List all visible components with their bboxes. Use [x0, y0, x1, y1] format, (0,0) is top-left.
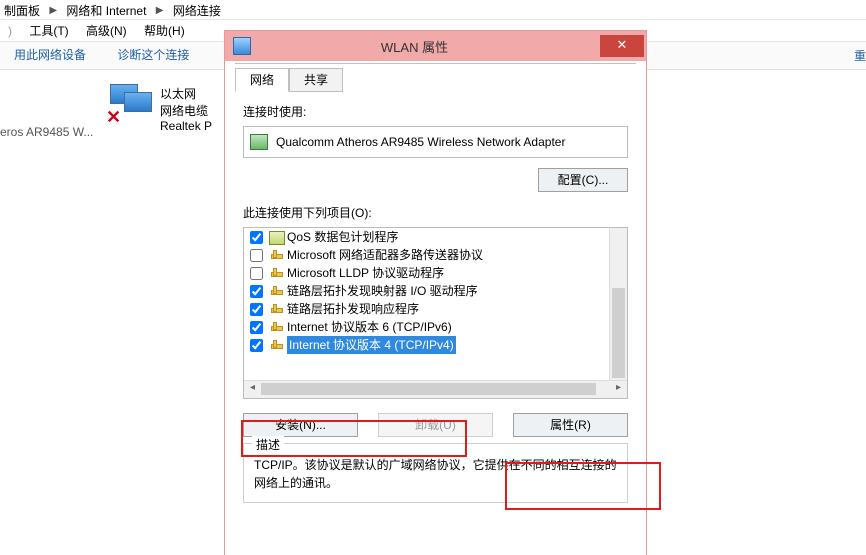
- item-label: Internet 协议版本 6 (TCP/IPv6): [287, 318, 452, 336]
- properties-button[interactable]: 属性(R): [513, 413, 628, 437]
- breadcrumb-part[interactable]: 制面板: [4, 4, 40, 18]
- description-label: 描述: [252, 436, 284, 453]
- components-listbox[interactable]: QoS 数据包计划程序Microsoft 网络适配器多路传送器协议Microso…: [243, 227, 628, 399]
- list-item[interactable]: Internet 协议版本 4 (TCP/IPv4): [244, 336, 610, 354]
- scroll-left-icon[interactable]: ◂: [244, 381, 261, 397]
- nic-icon: [250, 134, 268, 150]
- disabled-x-icon: ✕: [106, 108, 124, 126]
- protocol-icon: [269, 321, 283, 333]
- item-label: Internet 协议版本 4 (TCP/IPv4): [287, 336, 456, 354]
- scrollbar-thumb[interactable]: [612, 288, 625, 378]
- menu-help[interactable]: 帮助(H): [144, 24, 185, 38]
- item-label: QoS 数据包计划程序: [287, 228, 398, 246]
- tab-network[interactable]: 网络: [235, 68, 289, 92]
- connection-status: 网络电缆: [160, 102, 212, 119]
- connection-vendor: Realtek P: [160, 119, 212, 133]
- cmd-rename-fragment[interactable]: 重: [854, 47, 866, 64]
- item-checkbox[interactable]: [250, 267, 263, 280]
- chevron-right-icon: ▶: [156, 5, 164, 16]
- dialog-title: WLAN 属性: [229, 37, 600, 56]
- cmd-diagnose[interactable]: 诊断这个连接: [117, 48, 189, 62]
- tab-strip: 网络共享: [235, 67, 646, 93]
- scroll-right-icon[interactable]: ▸: [610, 381, 627, 397]
- list-item[interactable]: QoS 数据包计划程序: [244, 228, 610, 246]
- connection-item[interactable]: 以太网 网络电缆 Realtek P: [160, 85, 212, 133]
- item-label: 链路层拓扑发现响应程序: [287, 300, 419, 318]
- connection-icon[interactable]: ✕: [110, 84, 154, 124]
- close-button[interactable]: ✕: [600, 35, 644, 57]
- list-item[interactable]: Microsoft 网络适配器多路传送器协议: [244, 246, 610, 264]
- item-checkbox[interactable]: [250, 249, 263, 262]
- item-label: Microsoft LLDP 协议驱动程序: [287, 264, 444, 282]
- vertical-scrollbar[interactable]: [609, 228, 627, 381]
- protocol-icon: [269, 249, 283, 261]
- item-checkbox[interactable]: [250, 339, 263, 352]
- connection-name: 以太网: [160, 85, 212, 102]
- item-checkbox[interactable]: [250, 285, 263, 298]
- adapter-name-truncated[interactable]: eros AR9485 W...: [0, 125, 93, 139]
- uninstall-button: 卸载(U): [378, 413, 493, 437]
- description-text: TCP/IP。该协议是默认的广域网络协议，它提供在不同的相互连接的网络上的通讯。: [254, 456, 617, 492]
- items-label: 此连接使用下列项目(O):: [243, 204, 628, 221]
- list-item[interactable]: Internet 协议版本 6 (TCP/IPv6): [244, 318, 610, 336]
- breadcrumb-part[interactable]: 网络连接: [173, 4, 221, 18]
- breadcrumb[interactable]: 制面板 ▶ 网络和 Internet ▶ 网络连接: [0, 0, 866, 20]
- list-item[interactable]: 链路层拓扑发现映射器 I/O 驱动程序: [244, 282, 610, 300]
- scrollbar-thumb[interactable]: [261, 383, 596, 395]
- protocol-icon: [269, 267, 283, 279]
- adapter-name: Qualcomm Atheros AR9485 Wireless Network…: [276, 127, 565, 157]
- protocol-icon: [269, 231, 283, 243]
- tab-sharing[interactable]: 共享: [289, 68, 343, 92]
- configure-button[interactable]: 配置(C)...: [538, 168, 628, 192]
- item-label: Microsoft 网络适配器多路传送器协议: [287, 246, 483, 264]
- connect-using-label: 连接时使用:: [243, 103, 628, 120]
- item-label: 链路层拓扑发现映射器 I/O 驱动程序: [287, 282, 478, 300]
- item-checkbox[interactable]: [250, 321, 263, 334]
- item-checkbox[interactable]: [250, 303, 263, 316]
- cmd-disable-device[interactable]: 用此网络设备: [14, 48, 86, 62]
- protocol-icon: [269, 339, 283, 351]
- properties-dialog: WLAN 属性 ✕ 网络共享 连接时使用: Qualcomm Atheros A…: [224, 30, 647, 555]
- list-item[interactable]: 链路层拓扑发现响应程序: [244, 300, 610, 318]
- breadcrumb-part[interactable]: 网络和 Internet: [66, 4, 146, 18]
- protocol-icon: [269, 285, 283, 297]
- network-icon: ✕: [110, 84, 150, 118]
- dialog-titlebar[interactable]: WLAN 属性 ✕: [225, 31, 646, 61]
- description-group: 描述 TCP/IP。该协议是默认的广域网络协议，它提供在不同的相互连接的网络上的…: [243, 443, 628, 503]
- protocol-icon: [269, 303, 283, 315]
- list-item[interactable]: Microsoft LLDP 协议驱动程序: [244, 264, 610, 282]
- menu-tools[interactable]: 工具(T): [29, 24, 68, 38]
- item-checkbox[interactable]: [250, 231, 263, 244]
- chevron-right-icon: ▶: [49, 5, 57, 16]
- adapter-field[interactable]: Qualcomm Atheros AR9485 Wireless Network…: [243, 126, 628, 158]
- menu-advanced[interactable]: 高级(N): [86, 24, 127, 38]
- install-button[interactable]: 安装(N)...: [243, 413, 358, 437]
- horizontal-scrollbar[interactable]: ◂ ▸: [244, 380, 627, 398]
